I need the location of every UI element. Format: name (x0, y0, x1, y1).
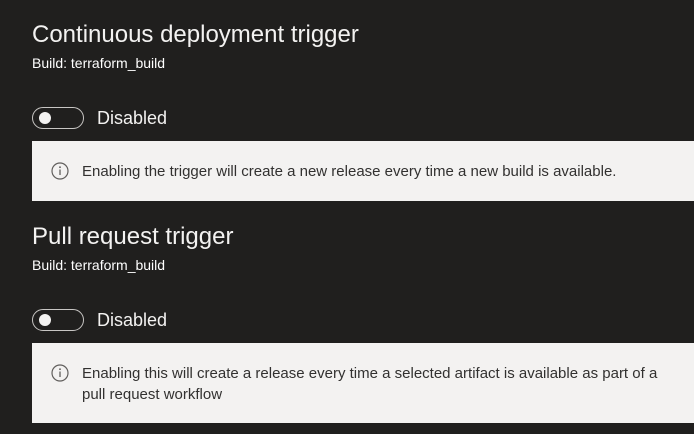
pull-request-toggle-row: Disabled (32, 309, 167, 331)
info-icon (51, 364, 69, 382)
pull-request-info-text: Enabling this will create a release ever… (82, 365, 658, 403)
continuous-deployment-info-text: Enabling the trigger will create a new r… (82, 163, 617, 180)
toggle-knob (39, 112, 51, 124)
toggle-knob (39, 314, 51, 326)
pull-request-info-box: Enabling this will create a release ever… (32, 343, 694, 423)
continuous-deployment-build-label: Build: terraform_build (32, 55, 166, 71)
continuous-deployment-toggle-label: Disabled (97, 107, 168, 128)
pull-request-toggle-label: Disabled (97, 309, 168, 330)
continuous-deployment-toggle-row: Disabled (32, 107, 167, 129)
info-icon (51, 162, 69, 180)
continuous-deployment-title: Continuous deployment trigger (32, 21, 359, 48)
continuous-deployment-toggle[interactable] (32, 107, 84, 129)
pull-request-title: Pull request trigger (32, 223, 234, 250)
pull-request-build-label: Build: terraform_build (32, 257, 166, 273)
pull-request-section: Pull request trigger Build: terraform_bu… (32, 222, 694, 423)
continuous-deployment-info-box: Enabling the trigger will create a new r… (32, 141, 694, 201)
continuous-deployment-section: Continuous deployment trigger Build: ter… (32, 20, 694, 201)
pull-request-toggle[interactable] (32, 309, 84, 331)
